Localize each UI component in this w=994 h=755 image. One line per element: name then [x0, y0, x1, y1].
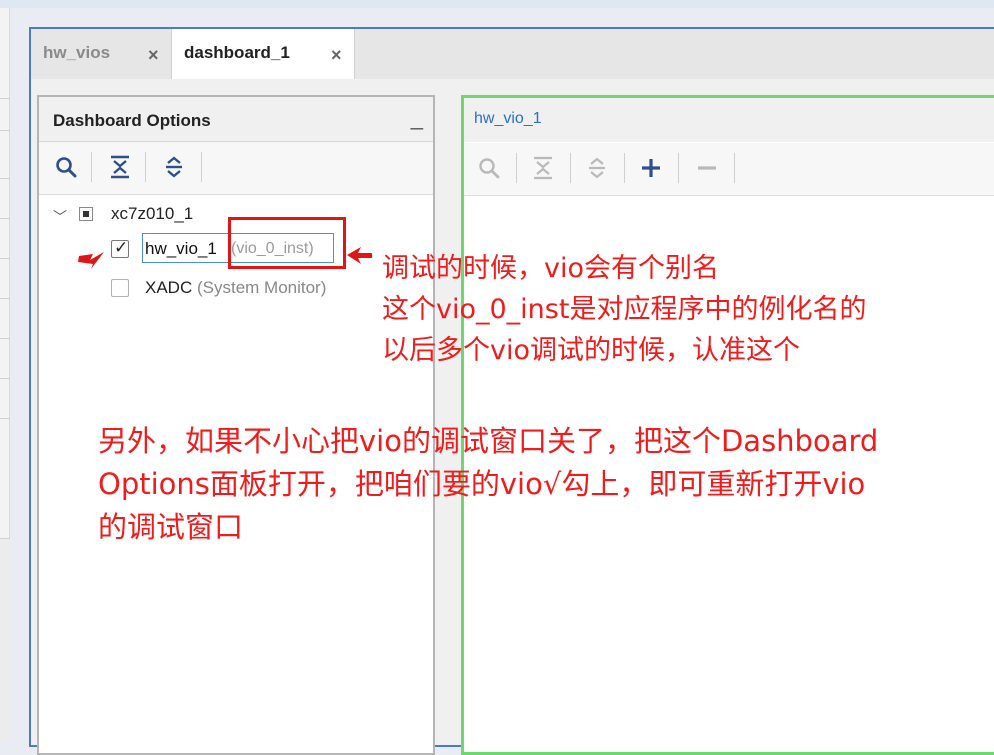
annotation-note-1: 调试的时候，vio会有个别名 这个vio_0_inst是对应程序中的例化名的 以… — [382, 248, 866, 371]
arrow-left-icon — [347, 247, 372, 264]
annotation-note-2: 另外，如果不小心把vio的调试窗口关了，把这个Dashboard Options… — [98, 420, 878, 549]
note-line: 以后多个vio调试的时候，认准这个 — [382, 335, 800, 366]
note-line: 的调试窗口 — [98, 510, 244, 544]
note-line: Options面板打开，把咱们要的vio√勾上，即可重新打开vio — [98, 467, 866, 501]
arrow-right-icon — [78, 252, 104, 269]
note-line: 另外，如果不小心把vio的调试窗口关了，把这个Dashboard — [98, 424, 879, 458]
note-line: 这个vio_0_inst是对应程序中的例化名的 — [382, 294, 867, 325]
note-line: 调试的时候，vio会有个别名 — [382, 253, 719, 284]
